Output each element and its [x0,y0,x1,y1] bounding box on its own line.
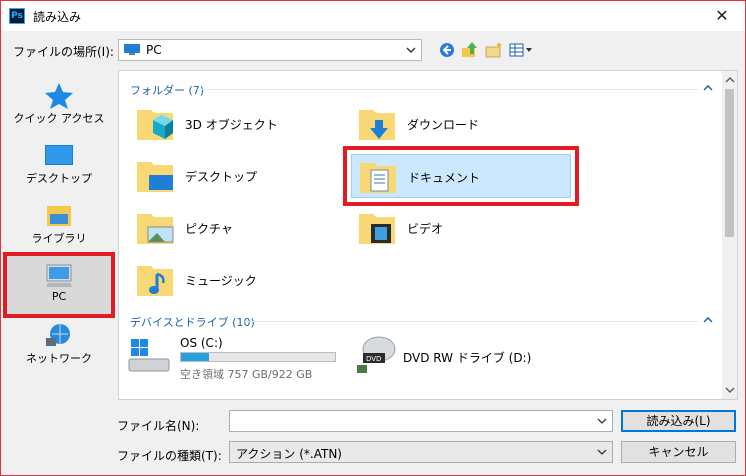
library-icon [47,206,71,226]
desktop-icon [45,145,73,165]
cancel-button[interactable]: キャンセル [621,441,736,463]
drive-label: OS (C:) [180,336,223,350]
nav-label: ネットワーク [26,352,92,365]
nav-desktop[interactable]: デスクトップ [7,136,111,194]
svg-text:DVD: DVD [366,355,381,363]
pictures-folder-icon [137,214,174,244]
folder-label: ダウンロード [407,118,480,132]
places-bar: クイック アクセス デスクトップ ライブラリ PC ネットワーク [2,70,115,400]
open-button[interactable]: 読み込み(L) [621,410,736,432]
drive-usage-fill [181,353,209,361]
folder-label: ミュージック [185,274,257,288]
location-value: PC [146,43,162,57]
windows-drive-icon [128,339,170,372]
folder-desktop[interactable]: デスクトップ [129,154,349,198]
title-bar: Ps 読み込み ✕ [1,1,745,31]
nav-libraries[interactable]: ライブラリ [7,196,111,254]
folder-label: ドキュメント [408,171,481,185]
group-divider [197,89,697,90]
folder-label: デスクトップ [185,170,258,184]
drive-usage-bar [180,352,336,362]
nav-label: デスクトップ [26,172,92,185]
view-menu-icon[interactable] [508,40,534,60]
scrollbar-thumb[interactable] [725,89,734,237]
nav-label: クイック アクセス [13,112,105,125]
folder-label: ピクチャ [185,222,233,236]
desktop-folder-icon [137,162,173,192]
nav-quick-access[interactable]: クイック アクセス [7,76,111,134]
music-folder-icon [137,266,173,296]
window-title: 読み込み [33,10,82,24]
nav-label: PC [51,290,67,303]
videos-folder-icon [359,214,395,244]
folder-videos[interactable]: ビデオ [351,206,571,250]
scroll-down-icon[interactable] [725,385,735,395]
filetype-value: アクション (*.ATN) [236,447,342,461]
close-button[interactable]: ✕ [705,3,739,29]
folder-music[interactable]: ミュージック [129,258,349,302]
chevron-down-icon [406,47,416,53]
documents-folder-icon [360,163,396,193]
filetype-dropdown[interactable]: アクション (*.ATN) [229,441,613,463]
up-folder-icon[interactable] [460,40,480,60]
open-dialog: Ps 読み込み ✕ ファイルの場所(I): PC クイック アクセス デスクトッ… [1,1,745,475]
drive-d[interactable]: DVD DVD RW ドライブ (D:) [351,329,577,385]
pc-icon [124,44,140,55]
folder-label: 3D オブジェクト [185,118,278,132]
drive-free-space: 空き領域 757 GB/922 GB [180,368,313,381]
folder-pictures[interactable]: ピクチャ [129,206,349,250]
folder-label: ビデオ [407,222,444,236]
drive-label: DVD RW ドライブ (D:) [403,351,532,365]
downloads-folder-icon [359,110,395,140]
drive-c[interactable]: OS (C:) 空き領域 757 GB/922 GB [119,329,345,385]
filename-input[interactable] [229,410,613,432]
folder-downloads[interactable]: ダウンロード [351,102,571,146]
nav-pc[interactable]: PC [3,252,115,318]
location-dropdown[interactable]: PC [118,39,422,61]
group-header-devices[interactable]: デバイスとドライブ (10) [130,314,255,330]
file-list-view: フォルダー (7) 3D オブジェクト ダウンロード デスクトップ ドキュメント… [118,70,738,400]
star-icon [45,83,73,109]
location-label: ファイルの場所(I): [13,45,114,59]
nav-network[interactable]: ネットワーク [7,316,111,374]
dvd-drive-icon: DVD [357,336,396,373]
folder-3d-objects[interactable]: 3D オブジェクト [129,102,349,146]
scroll-up-icon[interactable] [725,75,735,85]
filename-label: ファイル名(N): [117,419,200,433]
pc-icon [46,264,72,287]
vertical-scrollbar[interactable] [722,71,737,399]
group-header-folders[interactable]: フォルダー (7) [130,82,204,98]
collapse-up-icon[interactable] [703,316,713,324]
group-divider [241,321,697,322]
folder-documents[interactable]: ドキュメント [343,146,579,206]
new-folder-icon[interactable] [484,40,504,60]
3d-objects-folder-icon [137,110,173,140]
chevron-down-icon [597,449,607,455]
nav-label: ライブラリ [31,232,87,245]
collapse-up-icon[interactable] [703,84,713,92]
back-icon[interactable] [437,40,457,60]
filetype-label: ファイルの種類(T): [117,449,222,463]
network-icon [46,324,70,346]
photoshop-app-icon: Ps [9,8,25,24]
chevron-down-icon[interactable] [596,415,608,427]
